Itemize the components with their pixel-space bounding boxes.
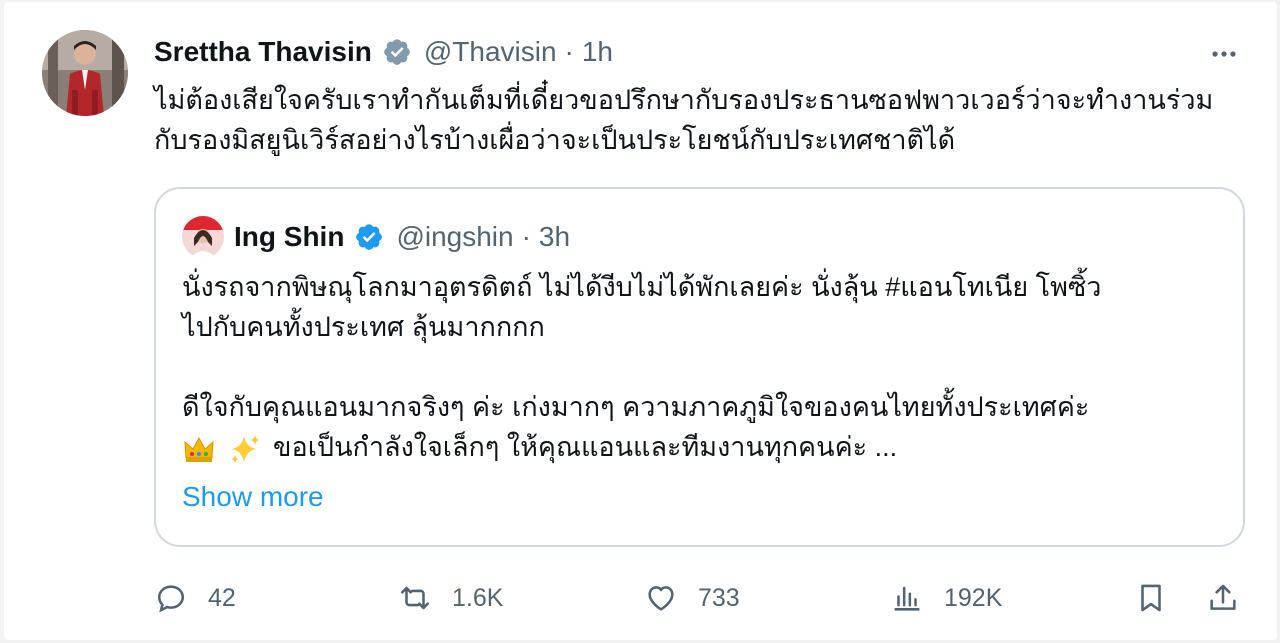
retweet-icon	[400, 586, 430, 610]
author-avatar[interactable]	[42, 30, 128, 116]
quoted-line: ดีใจกับคุณแอนมากจริงๆ ค่ะ เก่งมากๆ ความภ…	[182, 392, 1090, 422]
share-button[interactable]	[1206, 575, 1240, 621]
like-count: 733	[698, 583, 740, 612]
retweet-button[interactable]: 1.6K	[398, 575, 503, 621]
quoted-text: นั่งรถจากพิษณุโลกมาอุตรดิตถ์ ไม่ได้งีบไม…	[182, 267, 1222, 467]
like-icon	[648, 586, 674, 611]
views-icon	[894, 586, 920, 611]
tweet-time[interactable]: 1h	[582, 36, 613, 68]
tweet-card: Srettha Thavisin @Thavisin · 1h ไม่ต้องเ…	[4, 2, 1277, 640]
bookmark-button[interactable]	[1134, 575, 1168, 621]
quoted-line-with-emoji: ขอเป็นกำลังใจเล็กๆ ให้คุณแอนและทีมงานทุก…	[182, 427, 1222, 467]
verified-badge-icon	[384, 39, 410, 65]
bookmark-icon	[1141, 584, 1161, 612]
quoted-header: Ing Shin @ingshin · 3h	[182, 216, 570, 258]
share-icon	[1210, 584, 1236, 610]
author-name[interactable]: Srettha Thavisin	[154, 36, 372, 68]
quoted-author-name[interactable]: Ing Shin	[234, 221, 344, 253]
separator-dot: ·	[564, 36, 574, 67]
crown-emoji	[184, 436, 214, 462]
tweet-header: Srettha Thavisin @Thavisin · 1h	[154, 32, 613, 72]
action-bar: 42 1.6K 733 192K	[154, 575, 1254, 621]
views-button[interactable]: 192K	[890, 575, 1002, 621]
quoted-author-handle[interactable]: @ingshin	[396, 221, 513, 253]
author-handle[interactable]: @Thavisin	[424, 36, 557, 68]
sparkles-emoji	[231, 434, 259, 463]
retweet-count: 1.6K	[452, 583, 504, 612]
verified-badge-icon	[356, 224, 383, 250]
quoted-time[interactable]: 3h	[539, 221, 570, 253]
show-more-link[interactable]: Show more	[182, 481, 324, 513]
quoted-line: นั่งรถจากพิษณุโลกมาอุตรดิตถ์ ไม่ได้งีบไม…	[182, 272, 1102, 302]
reply-count: 42	[208, 583, 236, 612]
quoted-line: ไปกับคนทั้งประเทศ ลุ้นมากกกก	[182, 312, 545, 342]
quoted-line-text: ขอเป็นกำลังใจเล็กๆ ให้คุณแอนและทีมงานทุก…	[273, 432, 898, 462]
more-options-icon[interactable]	[1204, 34, 1244, 74]
quoted-avatar[interactable]	[182, 216, 224, 258]
like-button[interactable]: 733	[644, 575, 740, 621]
quoted-tweet[interactable]: Ing Shin @ingshin · 3h นั่งรถจากพิษณุโลก…	[154, 187, 1245, 547]
quoted-line	[182, 347, 1222, 387]
reply-icon	[157, 585, 185, 613]
separator-dot: ·	[521, 221, 531, 252]
reply-button[interactable]: 42	[154, 575, 236, 621]
views-count: 192K	[944, 583, 1003, 612]
tweet-text: ไม่ต้องเสียใจครับเราทำกันเต็มที่เดี๋ยวขอ…	[154, 85, 1214, 155]
